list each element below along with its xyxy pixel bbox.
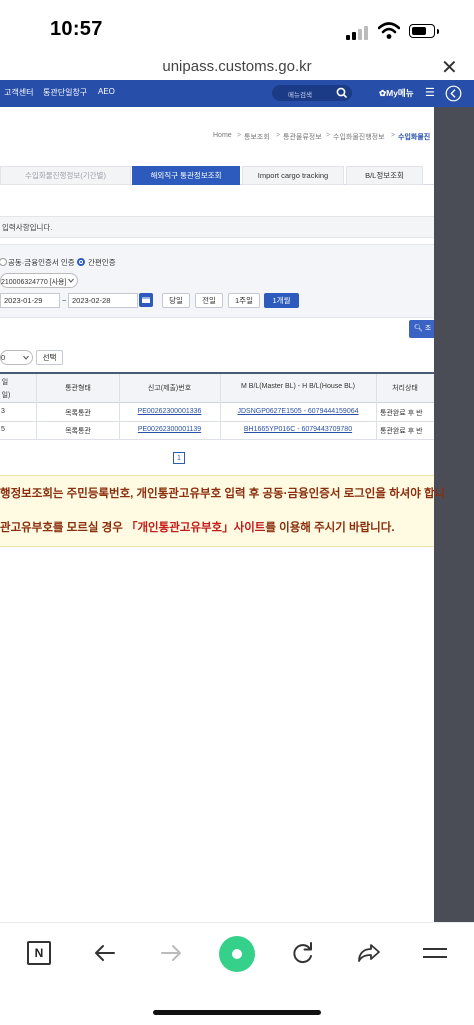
required-notice — [0, 216, 434, 238]
cell-date: 3 — [1, 408, 5, 415]
breadcrumb-separator: > — [237, 132, 242, 139]
personal-code-site-link[interactable]: 「개인통관고유부호」사이트 — [126, 522, 265, 534]
page-size-value: 0 — [1, 353, 6, 362]
tab-import-progress-period[interactable]: 수입화물진행정보(기간별) — [0, 166, 131, 185]
warning-line-1: 행정보조회는 주민등록번호, 개인통관고유부호 입력 후 공동·금융인증서 로그… — [0, 488, 446, 500]
breadcrumb-item[interactable]: 통보조회 — [244, 132, 270, 142]
breadcrumb-item[interactable]: 통관물류정보 — [283, 132, 322, 142]
nav-link-single-window[interactable]: 통관단일창구 — [43, 87, 87, 98]
start-date-input[interactable]: 2023-01-29 — [0, 293, 60, 308]
required-notice-text: 입력사항입니다. — [2, 223, 53, 232]
back-arrow-icon[interactable] — [92, 940, 118, 966]
breadcrumb-separator: > — [391, 132, 396, 139]
row-divider — [0, 421, 434, 422]
breadcrumb-separator: > — [276, 132, 281, 139]
side-overlay-panel — [434, 107, 474, 922]
share-icon[interactable] — [356, 940, 382, 966]
breadcrumb-current: 수입화물진 — [398, 134, 431, 141]
search-icon[interactable] — [335, 86, 349, 100]
n-home-button[interactable]: N — [27, 941, 51, 965]
url-bar[interactable]: unipass.customs.go.kr — [0, 58, 474, 75]
radio-simple-auth[interactable] — [77, 258, 85, 266]
search-button-label: 조 — [424, 325, 432, 332]
tab-direct-purchase-lookup[interactable]: 해외직구 통관정보조회 — [132, 166, 240, 185]
tab-bl-lookup[interactable]: B/L정보조회 — [346, 166, 423, 185]
radio-simple-auth-label: 간편인증 — [88, 258, 116, 267]
quick-yesterday-button[interactable]: 전일 — [195, 293, 223, 308]
date-separator: ~ — [62, 296, 67, 305]
cellular-signal-icon — [346, 26, 372, 40]
breadcrumb-item[interactable]: 수입화물진행정보 — [333, 132, 385, 142]
status-time: 10:57 — [50, 18, 103, 40]
nav-link-aeo[interactable]: AEO — [98, 87, 115, 96]
warning-line-2-before: 관고유부호를 모르실 경우 — [0, 522, 126, 534]
cell-bl-link[interactable]: JDSNGP0627E1505 - 6079444159064 — [220, 408, 376, 415]
quick-today-button[interactable]: 당일 — [162, 293, 190, 308]
th-status: 처리상태 — [392, 385, 418, 392]
breadcrumb-separator: > — [326, 132, 331, 139]
th-date-line2: 일) — [1, 392, 11, 399]
menu-search-placeholder: 메뉴검색 — [288, 92, 312, 99]
search-button[interactable]: 🔍︎ 조 — [409, 320, 434, 338]
warning-line-2: 관고유부호를 모르실 경우 「개인통관고유부호」사이트를 이용해 주시기 바랍니… — [0, 519, 395, 535]
end-date-input[interactable]: 2023-02-28 — [68, 293, 138, 308]
cell-type: 목록통관 — [65, 428, 91, 435]
cell-status: 통관완료 후 반 — [380, 428, 423, 435]
back-circle-icon[interactable] — [445, 85, 462, 102]
menu-icon[interactable] — [422, 940, 448, 966]
cell-status: 통관완료 후 반 — [380, 410, 423, 417]
breadcrumb-home[interactable]: Home — [213, 132, 232, 139]
search-button-icon: 🔍︎ — [414, 325, 423, 332]
battery-icon — [409, 24, 435, 38]
cell-declaration-link[interactable]: PE00262300001139 — [119, 426, 220, 433]
quick-week-button[interactable]: 1주일 — [228, 293, 260, 308]
quick-month-button[interactable]: 1개월 — [264, 293, 299, 308]
green-dot-button[interactable] — [219, 936, 255, 972]
pagination-page[interactable]: 1 — [173, 452, 185, 464]
cell-bl-link[interactable]: BH1665YP016C - 6079443709780 — [220, 426, 376, 433]
select-button[interactable]: 선택 — [36, 350, 63, 365]
close-icon[interactable]: ✕ — [441, 55, 458, 80]
chevron-down-icon — [23, 355, 29, 360]
tab-import-cargo-tracking[interactable]: Import cargo tracking — [242, 166, 344, 185]
toolbar-divider — [0, 922, 474, 923]
radio-cert-auth-label: 공동·금융인증서 인증 — [8, 258, 75, 267]
cell-date: 5 — [1, 426, 5, 433]
cell-type: 목록통관 — [65, 410, 91, 417]
warning-line-2-after: 를 이용해 주시기 바랍니다. — [265, 522, 395, 534]
th-date-line1: 일 — [1, 379, 9, 386]
battery-tip — [437, 29, 439, 34]
column-divider — [376, 374, 377, 440]
account-select-value: 210006324770 [사용] — [1, 279, 67, 286]
th-bl: M B/L(Master BL) - H B/L(House BL) — [241, 383, 355, 390]
cell-declaration-link[interactable]: PE00262300001336 — [119, 408, 220, 415]
calendar-icon[interactable] — [139, 293, 153, 307]
forward-arrow-icon[interactable] — [158, 940, 184, 966]
row-divider — [0, 439, 434, 440]
my-menu-button[interactable]: ✿My메뉴 — [379, 87, 414, 99]
wifi-icon — [378, 22, 400, 39]
th-declaration-no: 신고(제출)번호 — [147, 385, 192, 392]
nav-link-customer-center[interactable]: 고객센터 — [4, 87, 33, 98]
hamburger-icon[interactable]: ☰ — [425, 86, 435, 99]
home-indicator — [153, 1010, 321, 1015]
chevron-down-icon — [68, 278, 74, 283]
refresh-icon[interactable] — [290, 940, 316, 966]
my-menu-label: My메뉴 — [386, 88, 414, 98]
th-clearance-type: 통관형태 — [65, 385, 91, 392]
